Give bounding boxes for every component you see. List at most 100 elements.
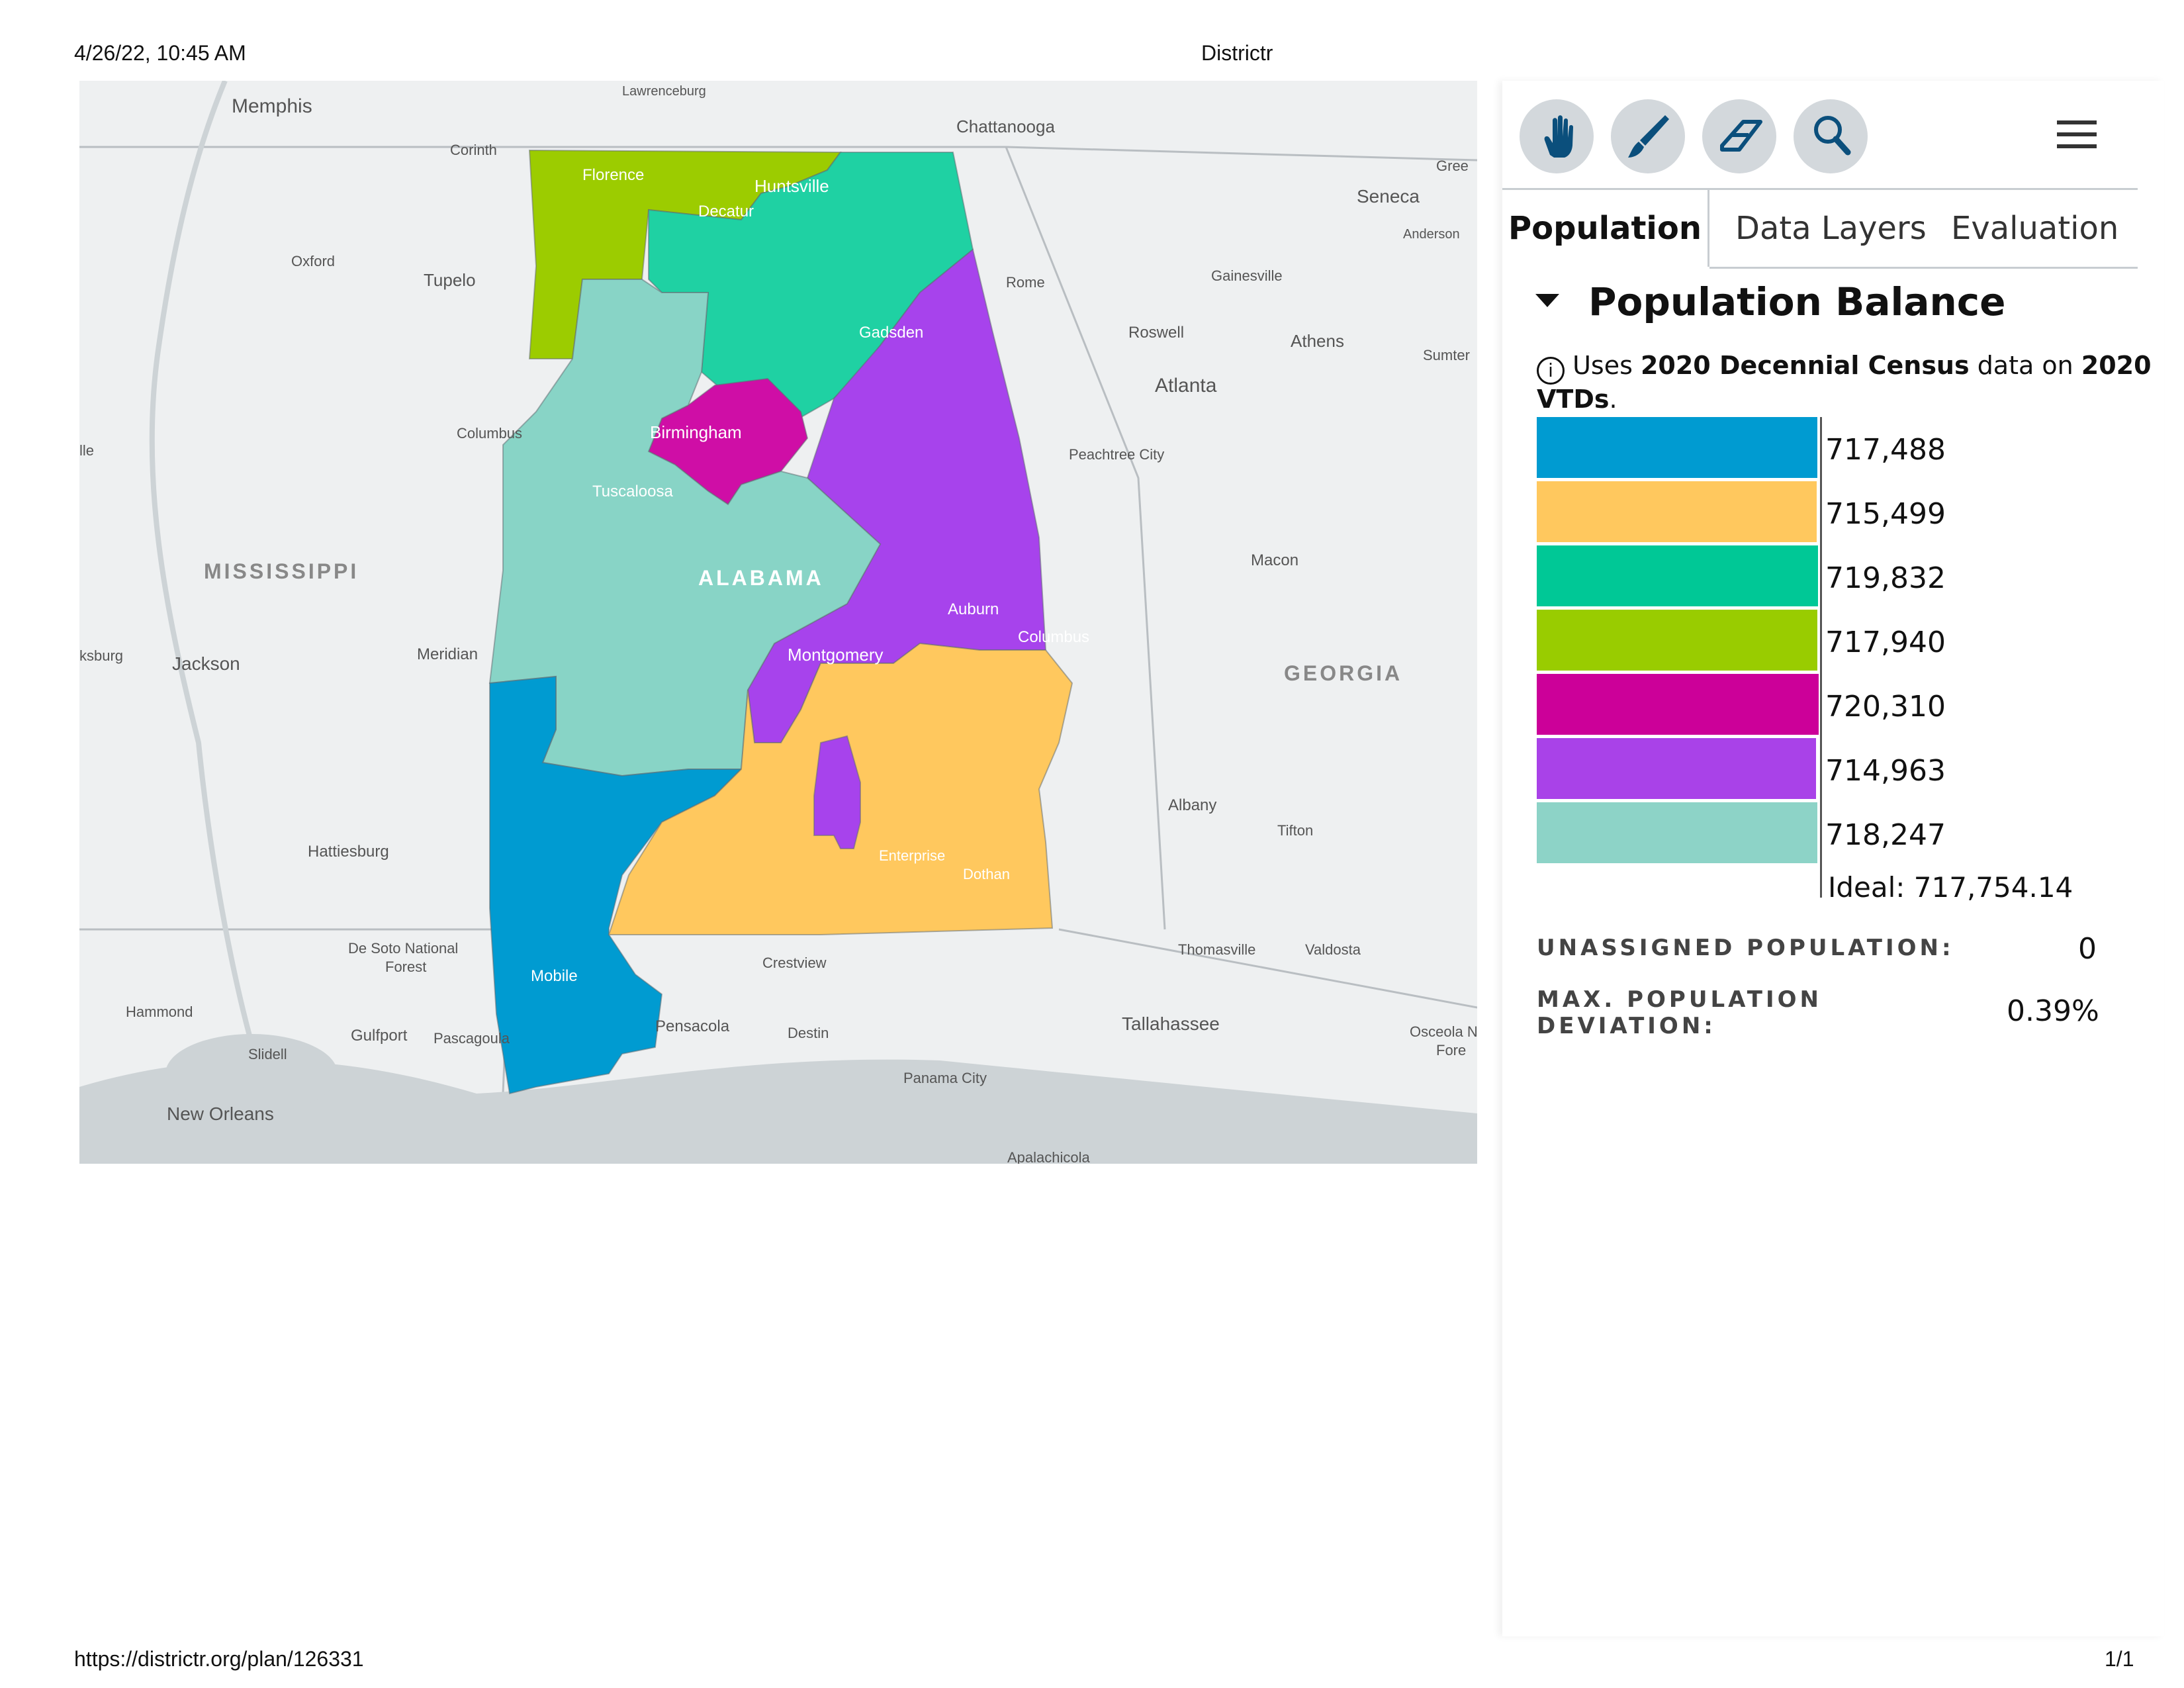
unassigned-label: UNASSIGNED POPULATION: <box>1537 935 1954 961</box>
label-gree: Gree <box>1436 158 1469 174</box>
ideal-line <box>1820 417 1822 898</box>
label-columbus-ms: Columbus <box>457 425 522 442</box>
label-corinth: Corinth <box>450 142 497 158</box>
ideal-label: Ideal: 717,754.14 <box>1828 871 2073 904</box>
deviation-value: 0.39% <box>2007 994 2099 1028</box>
label-columbus-ga: Columbus <box>1018 628 1089 646</box>
brush-icon <box>1628 115 1669 158</box>
label-apalachicola: Apalachicola <box>1007 1149 1091 1164</box>
label-hattiesburg: Hattiesburg <box>308 843 389 861</box>
label-tupelo: Tupelo <box>424 270 476 290</box>
label-florence: Florence <box>582 166 644 184</box>
label-anderson: Anderson <box>1403 227 1460 242</box>
tab-evaluation[interactable]: Evaluation <box>1951 190 2118 267</box>
label-georgia: GEORGIA <box>1284 661 1402 685</box>
population-bar-chart: Ideal: 717,754.14 717,488 715,499 719,832 7… <box>1537 417 2099 907</box>
label-decatur: Decatur <box>698 203 754 220</box>
label-fore: Fore <box>1436 1042 1466 1058</box>
note-prefix: Uses <box>1572 351 1641 380</box>
label-huntsville: Huntsville <box>754 176 829 196</box>
label-forest: Forest <box>385 959 426 975</box>
label-tallahassee: Tallahassee <box>1122 1013 1220 1034</box>
deviation-label-line1: MAX. POPULATION <box>1537 986 1823 1013</box>
side-panel: Population Data Layers Evaluation Popula… <box>1502 81 2164 1636</box>
population-value-4: 717,940 <box>1825 626 1946 659</box>
map-canvas[interactable]: Memphis Lawrenceburg Chattanooga Corinth… <box>79 81 1477 1164</box>
label-pascagoula: Pascagoula <box>433 1030 510 1047</box>
label-tifton: Tifton <box>1277 822 1313 839</box>
district-map[interactable]: Memphis Lawrenceburg Chattanooga Corinth… <box>79 81 1477 1164</box>
data-source-note: i Uses 2020 Decennial Census data on 202… <box>1537 351 2164 414</box>
print-title: Districtr <box>1201 41 1273 65</box>
label-seneca: Seneca <box>1357 186 1420 207</box>
tab-divider <box>1709 267 2138 269</box>
label-oxford: Oxford <box>291 253 335 269</box>
label-destin: Destin <box>788 1025 829 1041</box>
label-athens: Athens <box>1291 331 1344 351</box>
hamburger-icon[interactable] <box>2057 120 2097 151</box>
population-value-7: 718,247 <box>1825 818 1946 852</box>
pan-hand-icon <box>1544 115 1573 158</box>
label-mobile: Mobile <box>531 967 578 985</box>
label-desoto: De Soto National <box>348 940 458 957</box>
label-pensacola: Pensacola <box>655 1017 730 1035</box>
print-page: 1/1 <box>2105 1647 2134 1671</box>
pan-tool-button[interactable] <box>1520 99 1594 173</box>
panel-tabs: Population Data Layers Evaluation <box>1502 188 2138 269</box>
population-bar-7 <box>1537 802 1817 863</box>
label-tuscaloosa: Tuscaloosa <box>592 483 673 500</box>
tab-data-layers[interactable]: Data Layers <box>1735 190 1927 267</box>
population-value-2: 715,499 <box>1825 497 1946 531</box>
search-icon <box>1814 116 1851 156</box>
info-icon[interactable]: i <box>1537 357 1565 385</box>
label-lle: lle <box>79 442 94 459</box>
population-bar-1 <box>1537 417 1817 478</box>
label-gulfport: Gulfport <box>351 1027 408 1045</box>
label-birmingham: Birmingham <box>650 422 742 442</box>
label-lawrenceburg: Lawrenceburg <box>622 84 706 99</box>
label-peachtree-city: Peachtree City <box>1069 446 1164 463</box>
population-bar-2 <box>1537 481 1817 542</box>
eraser-icon <box>1720 120 1762 152</box>
label-meridian: Meridian <box>417 645 478 663</box>
note-suffix: . <box>1609 385 1617 414</box>
note-dataset: 2020 Decennial Census <box>1640 351 1970 380</box>
unassigned-value: 0 <box>2078 932 2097 966</box>
population-bar-3 <box>1537 545 1818 606</box>
label-valdosta: Valdosta <box>1305 941 1361 958</box>
brush-tool-button[interactable] <box>1611 99 1685 173</box>
label-auburn: Auburn <box>948 600 999 618</box>
deviation-label-line2: DEVIATION: <box>1537 1013 1716 1039</box>
label-slidell: Slidell <box>248 1046 287 1062</box>
label-mississippi: MISSISSIPPI <box>204 559 359 583</box>
label-hammond: Hammond <box>126 1004 193 1020</box>
population-bar-4 <box>1537 610 1817 671</box>
label-macon: Macon <box>1251 551 1298 569</box>
population-bar-6 <box>1537 738 1816 799</box>
label-gainesville: Gainesville <box>1211 267 1283 284</box>
label-montgomery: Montgomery <box>788 645 884 665</box>
print-url: https://districtr.org/plan/126331 <box>74 1647 364 1671</box>
eraser-tool-button[interactable] <box>1702 99 1776 173</box>
label-alabama: ALABAMA <box>698 566 824 590</box>
label-memphis: Memphis <box>232 95 312 117</box>
label-osceola: Osceola N <box>1410 1023 1477 1040</box>
tab-population[interactable]: Population <box>1502 190 1709 267</box>
label-ksburg: ksburg <box>79 647 123 664</box>
label-rome: Rome <box>1006 274 1045 291</box>
label-atlanta: Atlanta <box>1155 375 1217 397</box>
label-crestview: Crestview <box>762 955 827 971</box>
label-thomasville: Thomasville <box>1178 941 1255 958</box>
population-value-3: 719,832 <box>1825 561 1946 595</box>
label-sumter: Sumter <box>1423 347 1470 363</box>
population-bar-5 <box>1537 674 1819 735</box>
label-roswell: Roswell <box>1128 324 1184 342</box>
search-tool-button[interactable] <box>1794 99 1868 173</box>
label-jackson: Jackson <box>172 653 240 674</box>
note-mid: data on <box>1969 351 2081 380</box>
label-gadsden: Gadsden <box>859 324 923 342</box>
label-new-orleans: New Orleans <box>167 1103 274 1124</box>
collapse-caret-icon[interactable] <box>1535 294 1559 307</box>
label-panama-city: Panama City <box>903 1070 987 1086</box>
population-value-1: 717,488 <box>1825 433 1946 467</box>
